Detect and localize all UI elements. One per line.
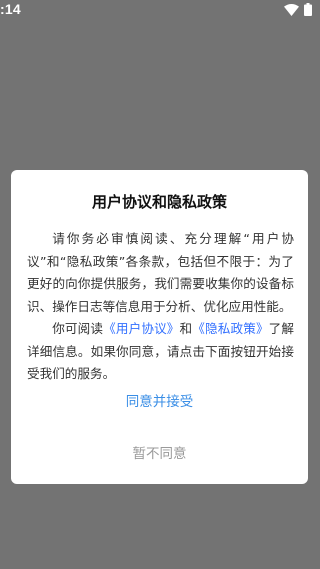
- status-time: :14: [0, 1, 21, 17]
- battery-icon: [304, 3, 312, 16]
- dialog-body: 请你务必审慎阅读、充分理解“用户协议”和“隐私政策”各条款，包括但不限于：为了更…: [27, 228, 294, 386]
- wifi-icon: [284, 4, 299, 16]
- privacy-dialog: 用户协议和隐私政策 请你务必审慎阅读、充分理解“用户协议”和“隐私政策”各条款，…: [11, 170, 308, 484]
- dialog-paragraph: 请你务必审慎阅读、充分理解“用户协议”和“隐私政策”各条款，包括但不限于：为了更…: [27, 231, 294, 314]
- accept-button[interactable]: 同意并接受: [11, 390, 308, 410]
- privacy-policy-link[interactable]: 《隐私政策》: [192, 321, 268, 336]
- paragraph-text: 和: [179, 321, 193, 336]
- status-icons: [284, 3, 312, 16]
- status-bar: :14: [0, 0, 320, 20]
- decline-button[interactable]: 暂不同意: [11, 442, 308, 462]
- paragraph-text: 你可阅读: [52, 321, 104, 336]
- dialog-paragraph: 你可阅读《用户协议》和《隐私政策》了解详细信息。如果你同意，请点击下面按钮开始接…: [27, 318, 294, 386]
- user-agreement-link[interactable]: 《用户协议》: [103, 321, 179, 336]
- dialog-title: 用户协议和隐私政策: [91, 193, 227, 211]
